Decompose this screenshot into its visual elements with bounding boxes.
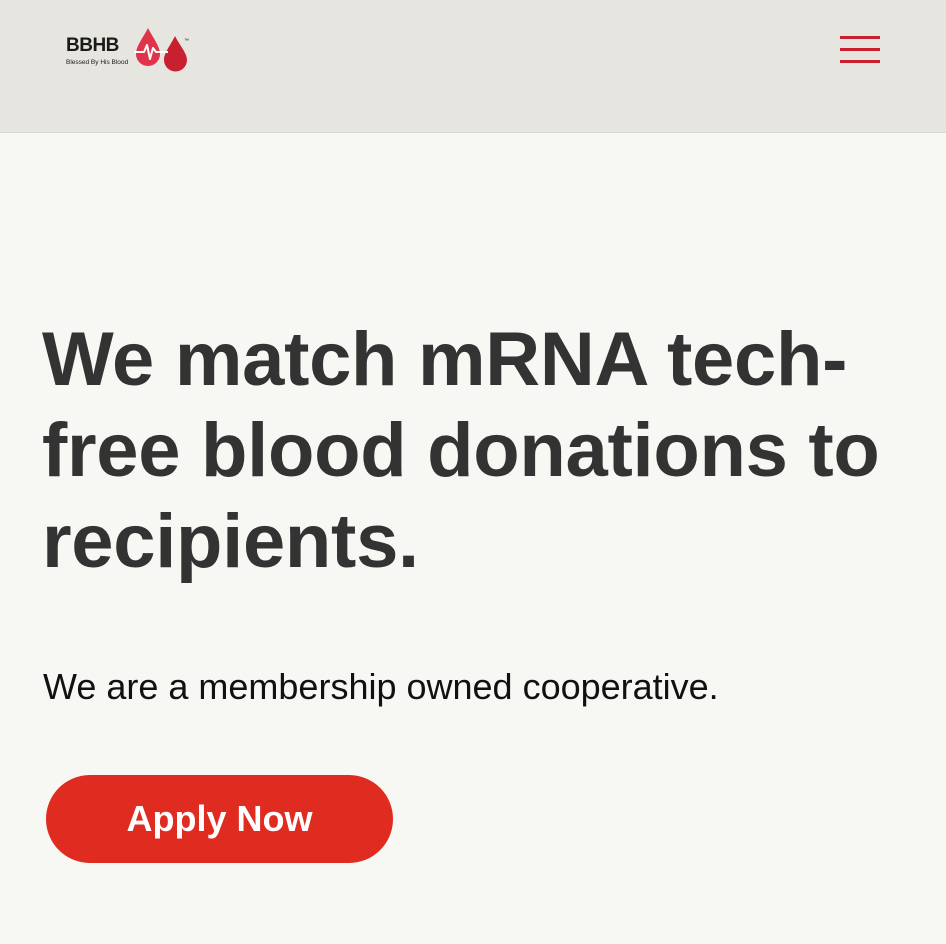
logo-trademark: ™ xyxy=(184,38,189,44)
site-header: BBHB Blessed By His Blood ™ xyxy=(0,0,946,133)
hero-heading: We match mRNA tech-free blood donations … xyxy=(42,317,880,584)
blood-drops-heartbeat-icon: ™ xyxy=(134,28,189,72)
apply-now-button[interactable]: Apply Now xyxy=(46,775,393,863)
hamburger-menu-icon xyxy=(840,36,880,63)
site-logo[interactable]: BBHB Blessed By His Blood ™ xyxy=(64,26,194,82)
logo-tagline: Blessed By His Blood xyxy=(66,59,129,66)
logo-wordmark: BBHB xyxy=(66,35,119,56)
hero-subheading: We are a membership owned cooperative. xyxy=(43,666,719,707)
menu-button[interactable] xyxy=(838,34,882,68)
